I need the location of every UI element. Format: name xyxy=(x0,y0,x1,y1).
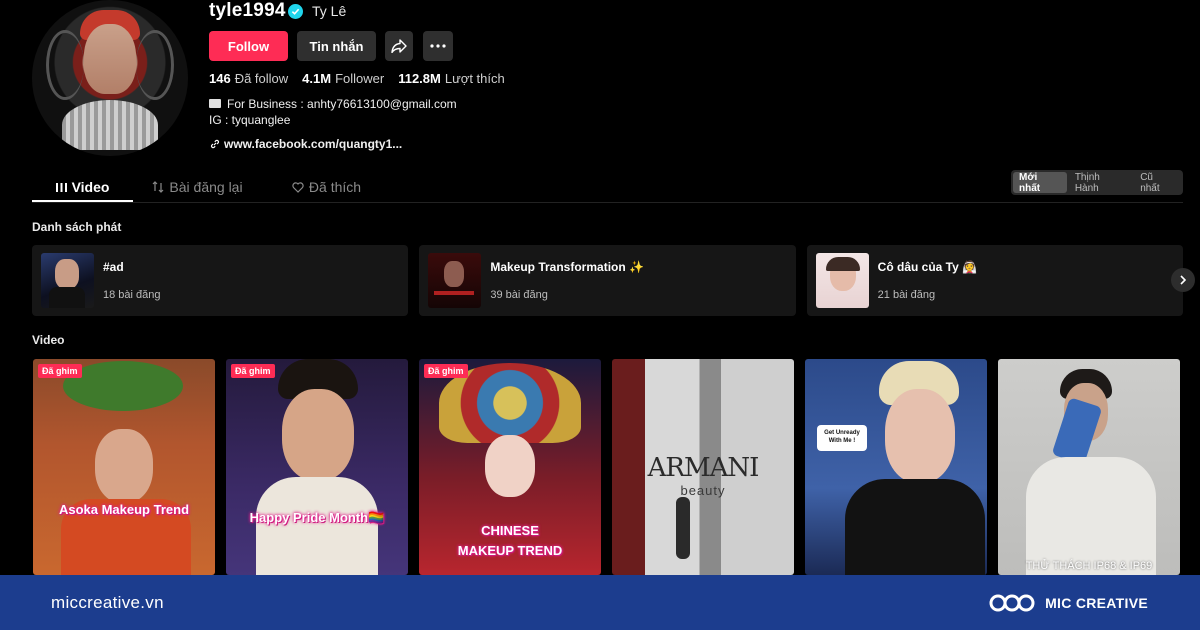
video-caption: ARMANI xyxy=(647,453,760,483)
video-caption: Happy Pride Month🏳️‍🌈 xyxy=(249,510,385,525)
tab-video[interactable]: Video xyxy=(32,172,133,202)
verified-badge-icon xyxy=(288,4,303,19)
profile-link[interactable]: www.facebook.com/quangty1... xyxy=(210,137,402,151)
footer-brand: MIC CREATIVE xyxy=(989,589,1148,617)
playlist-thumbnail xyxy=(41,253,94,308)
video-card[interactable]: Đã ghim Happy Pride Month🏳️‍🌈 xyxy=(226,359,408,575)
playlist-card[interactable]: #ad 18 bài đăng xyxy=(32,245,409,316)
profile-avatar[interactable] xyxy=(32,0,188,156)
tab-reposts[interactable]: Bài đăng lại xyxy=(133,172,262,202)
video-caption: CHINESE MAKEUP TREND xyxy=(457,523,563,558)
profile-stats: 146 Đã follow 4.1M Follower 112.8M Lượt thí… xyxy=(209,71,505,86)
video-card[interactable]: Đã ghim CHINESE MAKEUP TREND xyxy=(419,359,601,575)
video-card[interactable]: Đã ghim Asoka Makeup Trend xyxy=(33,359,215,575)
avatar-wire-left xyxy=(46,30,84,100)
playlist-count: 18 bài đăng xyxy=(103,289,161,301)
footer-brand-name: MIC CREATIVE xyxy=(1045,594,1148,611)
share-icon xyxy=(391,39,407,53)
avatar-face xyxy=(84,24,136,94)
pinned-badge: Đã ghim xyxy=(424,364,468,378)
tab-liked[interactable]: Đã thích xyxy=(262,172,391,202)
bio-instagram: IG : tyquanglee xyxy=(209,113,291,127)
video-thumbnail-body xyxy=(256,477,378,575)
video-thumbnail-phone xyxy=(1051,397,1103,465)
playlists-title: Danh sách phát xyxy=(32,220,122,234)
playlist-count: 21 bài đăng xyxy=(877,289,936,301)
brand-logo-icon xyxy=(989,594,1035,611)
nickname: Ty Lê xyxy=(312,3,347,19)
video-thumbnail-face xyxy=(485,435,535,497)
playlist-name: Makeup Transformation ✨ xyxy=(490,260,644,274)
stat-likes: 112.8M Lượt thích xyxy=(398,71,505,86)
username: tyle1994 xyxy=(209,0,286,21)
avatar-wire-right xyxy=(136,30,174,100)
message-button[interactable]: Tin nhắn xyxy=(297,31,376,61)
grid-icon xyxy=(55,182,67,192)
more-options-button[interactable] xyxy=(423,31,453,61)
tab-divider xyxy=(32,202,1183,203)
chevron-right-icon xyxy=(1180,275,1187,285)
video-card[interactable]: ARMANI beauty xyxy=(612,359,794,575)
stat-followers[interactable]: 4.1M Follower xyxy=(302,71,384,86)
video-thumbnail-figure xyxy=(676,497,690,559)
sort-newest[interactable]: Mới nhất xyxy=(1013,172,1067,194)
active-tab-indicator xyxy=(32,200,133,202)
pinned-badge: Đã ghim xyxy=(38,364,82,378)
profile-link-text[interactable]: www.facebook.com/quangty1... xyxy=(224,137,402,151)
link-icon xyxy=(210,139,220,149)
repost-icon xyxy=(152,181,164,193)
video-card[interactable]: THỬ THÁCH IP68 & IP69 xyxy=(998,359,1180,575)
stat-following[interactable]: 146 Đã follow xyxy=(209,71,288,86)
video-subcaption: beauty xyxy=(680,483,726,498)
profile-bio: For Business : anhty76613100@gmail.com I… xyxy=(209,96,457,128)
video-thumbnail-face xyxy=(95,429,153,503)
videos-title: Video xyxy=(32,333,65,347)
playlist-card[interactable]: Cô dâu của Ty 👰 21 bài đăng xyxy=(806,245,1183,316)
video-card[interactable]: Get Unready With Me ! xyxy=(805,359,987,575)
video-thumbnail-face xyxy=(885,389,955,483)
footer-banner: miccreative.vn MIC CREATIVE xyxy=(0,575,1200,630)
video-thumbnail-body xyxy=(1026,457,1156,575)
more-icon xyxy=(430,44,446,48)
heart-icon xyxy=(292,181,304,193)
share-button[interactable] xyxy=(385,31,413,61)
playlist-name: Cô dâu của Ty 👰 xyxy=(877,260,978,274)
playlist-thumbnail xyxy=(815,253,869,308)
playlist-count: 39 bài đăng xyxy=(490,289,548,301)
profile-tabs: Video Bài đăng lại Đã thích xyxy=(32,172,391,202)
playlist-name: #ad xyxy=(103,260,124,274)
video-grid: Đã ghim Asoka Makeup Trend Đã ghim Happy… xyxy=(33,359,1183,575)
playlist-next-button[interactable] xyxy=(1171,268,1195,292)
playlist-thumbnail xyxy=(428,253,482,308)
sort-popular[interactable]: Thịnh Hành xyxy=(1069,172,1132,194)
bio-business-email: For Business : anhty76613100@gmail.com xyxy=(227,97,457,111)
video-caption: Asoka Makeup Trend xyxy=(58,502,190,517)
video-caption: THỬ THÁCH IP68 & IP69 xyxy=(1025,560,1153,572)
video-thumbnail-face xyxy=(282,389,354,481)
avatar-collar xyxy=(62,100,158,150)
playlists-row: #ad 18 bài đăng Makeup Transformation ✨ … xyxy=(32,245,1183,316)
pinned-badge: Đã ghim xyxy=(231,364,275,378)
sort-toggle: Mới nhất Thịnh Hành Cũ nhất xyxy=(1011,170,1183,195)
footer-site[interactable]: miccreative.vn xyxy=(51,593,164,613)
sort-oldest[interactable]: Cũ nhất xyxy=(1134,172,1181,194)
video-caption: Get Unready With Me ! xyxy=(824,430,860,444)
video-thumbnail-body xyxy=(845,479,985,575)
playlist-card[interactable]: Makeup Transformation ✨ 39 bài đăng xyxy=(419,245,796,316)
envelope-icon xyxy=(209,99,221,108)
follow-button[interactable]: Follow xyxy=(209,31,288,61)
